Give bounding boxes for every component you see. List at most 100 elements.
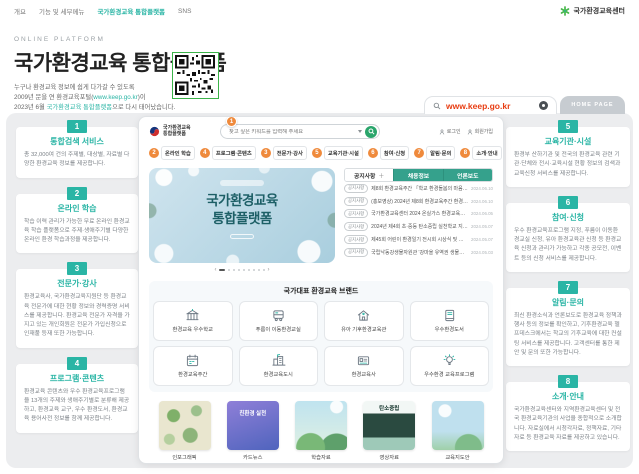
notice-row[interactable]: 공지사항국립낙동강생물자원관 '강마을 유역권 생물다양성 체험교육' 안내20… <box>344 246 493 259</box>
hero-row: 국가환경교육통합플랫폼 ‹ › 공지사항＋ 채용정보 언론보도 공지사항제8 <box>149 168 493 273</box>
feature-number-badge: 7 <box>558 281 578 294</box>
feature-card-experts: 3 전문가·강사 환경교육사, 국가환경교육지원단 등 환경교육 전문가에 대한… <box>16 269 138 347</box>
search-icon <box>433 102 441 110</box>
nav-online-learning[interactable]: 2온라인 학습 <box>149 146 195 160</box>
feature-number-badge: 1 <box>67 120 87 133</box>
brand-card-educator-license[interactable]: 환경교육사 <box>324 346 404 386</box>
search-bar[interactable] <box>220 124 380 139</box>
feature-column-left: 1 통합검색 서비스 총 32,000여 건의 주제별, 대상별, 자료별 다양… <box>16 127 138 433</box>
brand-section: 국가대표 환경교육 브랜드 환경교육 우수학교 푸름이 이동환경교실 유아 기후… <box>149 281 493 392</box>
page-description: 누구나 환경교육 정보에 쉽게 다가갈 수 있도록 2009년 문을 연 환경교… <box>14 83 314 113</box>
thumb-video-materials[interactable]: 탄소중립 영상자료 <box>358 401 421 461</box>
tab-notice[interactable]: 공지사항＋ <box>345 169 393 181</box>
thumb-card-news[interactable]: 친환경 실천 카드뉴스 <box>221 401 284 461</box>
carousel-next-icon[interactable]: › <box>268 267 270 273</box>
infographic-cover-image <box>159 401 211 450</box>
brand-card-excellent-program[interactable]: 우수환경 교육프로그램 <box>410 346 490 386</box>
thumb-lesson-plans[interactable]: 교육지도안 <box>426 401 489 461</box>
thumb-learning-materials[interactable]: 학습자료 <box>290 401 353 461</box>
annotation-badge: 2 <box>149 148 159 158</box>
browser-url-tab[interactable]: www.keep.go.kr <box>424 96 557 114</box>
nav-about[interactable]: 8소개·안내 <box>460 146 501 160</box>
notice-row[interactable]: 공지사항2024년 제4회 초·중등 탄소중립 실천학교 지역사회 연계교육 모… <box>344 220 493 233</box>
banner-title: 국가환경교육통합플랫폼 <box>149 192 335 227</box>
home-page-tab[interactable]: HOME PAGE <box>560 96 625 114</box>
feature-card-notices: 7 알림·문의 최신 환경소식과 언론보도로 환경교육 정책과 행사 등의 정보… <box>506 288 630 366</box>
nav-programs[interactable]: 4프로그램·콘텐츠 <box>200 146 256 160</box>
gov-emblem-icon <box>149 126 160 137</box>
lightbulb-icon <box>442 354 457 367</box>
bus-icon <box>271 309 286 322</box>
notice-row[interactable]: 공지사항국가환경교육센터 2024 온실가스 환경교육공모전 참가신청 안내20… <box>344 208 493 221</box>
nav-institutions[interactable]: 5교육기관·시설 <box>312 146 363 160</box>
center-logo: 국가환경교육센터 <box>560 6 625 16</box>
notice-tabs: 공지사항＋ 채용정보 언론보도 <box>344 168 493 182</box>
learning-cover-image <box>295 401 347 450</box>
brand-card-mobile-classroom[interactable]: 푸름이 이동환경교실 <box>239 301 319 341</box>
feature-column-right: 5 교육기관·시설 환경부 산하기관 및 전국의 환경교육 관련 기관·단체와 … <box>506 127 630 451</box>
feature-number-badge: 5 <box>558 120 578 133</box>
tab-press[interactable]: 언론보도 <box>443 169 492 181</box>
top-menu-bar: 개요 기능 및 세부메뉴 국가환경교육 통합플랫폼 SNS 국가환경교육센터 <box>0 0 639 22</box>
annotation-badge: 4 <box>200 148 210 158</box>
brand-card-kids-center[interactable]: 유아 기후환경교육관 <box>324 301 404 341</box>
menu-item-features[interactable]: 기능 및 세부메뉴 <box>39 6 84 16</box>
carousel-prev-icon[interactable]: ‹ <box>215 267 217 273</box>
chevron-down-icon[interactable] <box>358 130 362 133</box>
notice-row[interactable]: 공지사항제8회 환경교육주간 「학교 환경돌봄의 마음을 잇다」 안내2024.… <box>344 182 493 195</box>
brand-card-education-week[interactable]: 환경교육주간 <box>153 346 233 386</box>
bank-building-icon <box>185 309 200 322</box>
brand-grid: 환경교육 우수학교 푸름이 이동환경교실 유아 기후환경교육관 우수환경도서 환… <box>153 301 489 386</box>
calendar-icon <box>185 354 200 367</box>
menu-item-sns[interactable]: SNS <box>178 8 191 15</box>
nav-notices[interactable]: 7알림·문의 <box>414 146 455 160</box>
signup-link[interactable]: 회원가입 <box>467 128 493 135</box>
plus-icon[interactable]: ＋ <box>378 171 384 180</box>
menu-item-platform[interactable]: 국가환경교육 통합플랫폼 <box>97 6 165 16</box>
carousel-active-dot[interactable] <box>219 269 225 272</box>
tab-jobs[interactable]: 채용정보 <box>393 169 442 181</box>
platform-name-em: 국가환경교육 통합플랫폼 <box>47 104 112 111</box>
site-logo-text: 국가환경교육통합플랫폼 <box>163 126 191 138</box>
nav-participation[interactable]: 6참여·신청 <box>368 146 409 160</box>
banner-pill <box>220 180 264 186</box>
feature-number-badge: 6 <box>558 196 578 209</box>
login-link[interactable]: 로그인 <box>439 128 461 135</box>
feature-card-search: 1 통합검색 서비스 총 32,000여 건의 주제별, 대상별, 자료별 다양… <box>16 127 138 178</box>
search-button[interactable] <box>365 126 377 138</box>
auth-links: 로그인 회원가입 <box>439 128 493 135</box>
site-header: 국가환경교육통합플랫폼 1 로그인 <box>149 124 493 139</box>
search-area: 1 <box>220 124 380 139</box>
page: 개요 기능 및 세부메뉴 국가환경교육 통합플랫폼 SNS 국가환경교육센터 O… <box>0 0 639 474</box>
annotation-badge: 5 <box>312 148 322 158</box>
notice-row[interactable]: 공지사항(홍보영상) 2024년 제8회 환경교육주간 환경교육 홍보 및 체험… <box>344 195 493 208</box>
brand-card-excellent-school[interactable]: 환경교육 우수학교 <box>153 301 233 341</box>
annotation-badge: 8 <box>460 148 470 158</box>
nav-experts[interactable]: 3전문가·강사 <box>261 146 307 160</box>
flower-mark-icon <box>560 6 570 16</box>
eyebrow-text: ONLINE PLATFORM <box>14 36 314 43</box>
thumb-infographic[interactable]: 인포그래픽 <box>153 401 216 461</box>
banner-pill <box>230 234 254 239</box>
annotation-badge: 6 <box>368 148 378 158</box>
reload-icon[interactable] <box>539 101 548 110</box>
annotation-badge-1: 1 <box>226 116 237 127</box>
notice-row[interactable]: 공지사항제45회 어린이 환경일기 전시회 시상식 및 어린이 글짓기 공모20… <box>344 233 493 246</box>
menu-item-overview[interactable]: 개요 <box>14 6 26 16</box>
page-header: ONLINE PLATFORM 국가환경교육 통합플랫폼 누구나 환경교육 정보… <box>14 36 314 113</box>
brand-card-eco-books[interactable]: 우수환경도서 <box>410 301 490 341</box>
page-title: 국가환경교육 통합플랫폼 <box>14 47 314 77</box>
keep-url-link[interactable]: www.keep.go.kr <box>93 94 137 101</box>
search-input[interactable] <box>229 129 355 135</box>
annotation-badge: 7 <box>414 148 424 158</box>
content-thumbnails: 인포그래픽 친환경 실천 카드뉴스 학습자료 탄소중립 영상자료 교육지도안 <box>149 401 493 461</box>
site-logo[interactable]: 국가환경교육통합플랫폼 <box>149 126 191 138</box>
feature-card-programs: 4 프로그램·콘텐츠 환경교육 콘텐츠와 우수 환경교육프로그램을 13개의 주… <box>16 364 138 433</box>
main-banner[interactable]: 국가환경교육통합플랫폼 <box>149 168 335 263</box>
banner-block: 국가환경교육통합플랫폼 ‹ › <box>149 168 335 273</box>
center-logo-text: 국가환경교육센터 <box>573 6 625 16</box>
brand-card-education-city[interactable]: 환경교육도시 <box>239 346 319 386</box>
feature-number-badge: 8 <box>558 375 578 388</box>
banner-carousel-controls: ‹ › <box>149 267 335 273</box>
city-buildings-icon <box>271 354 286 367</box>
